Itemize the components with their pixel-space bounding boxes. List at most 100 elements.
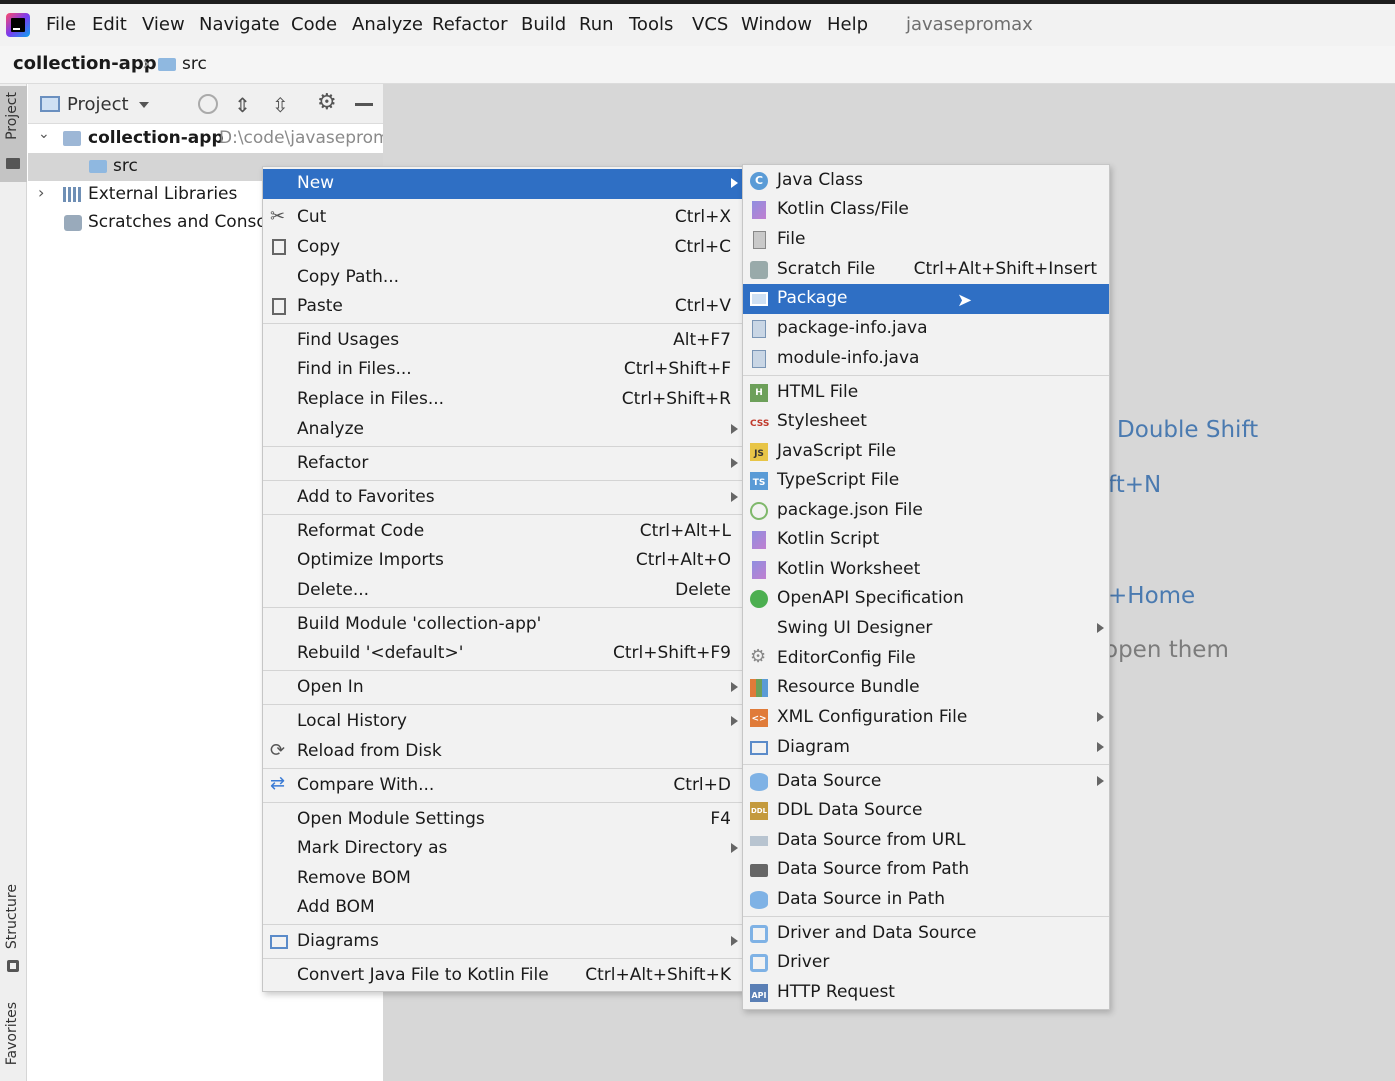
menu-tools[interactable]: Tools — [629, 14, 673, 35]
submenu-item-data-source-in-path[interactable]: Data Source in Path — [743, 885, 1109, 915]
submenu-item-file[interactable]: File — [743, 225, 1109, 255]
chevron-down-icon[interactable]: ⌄ — [38, 126, 50, 142]
menu-item-delete[interactable]: Delete... Delete — [263, 576, 743, 606]
menu-navigate[interactable]: Navigate — [199, 14, 280, 35]
submenu-item-scratch-file[interactable]: Scratch File Ctrl+Alt+Shift+Insert — [743, 255, 1109, 285]
tree-item-collection-app[interactable]: collection-app — [88, 128, 224, 148]
menu-item-find-in-files[interactable]: Find in Files... Ctrl+Shift+F — [263, 355, 743, 385]
submenu-item-xml-config[interactable]: <> XML Configuration File — [743, 703, 1109, 733]
tool-tab-project[interactable]: Project — [0, 86, 27, 182]
database-icon — [750, 891, 768, 909]
submenu-item-package-info[interactable]: package-info.java — [743, 314, 1109, 344]
submenu-item-stylesheet[interactable]: CSS Stylesheet — [743, 407, 1109, 437]
submenu-item-html-file[interactable]: H HTML File — [743, 378, 1109, 408]
submenu-item-driver-and-data-source[interactable]: Driver and Data Source — [743, 919, 1109, 949]
submenu-item-kotlin-class[interactable]: Kotlin Class/File — [743, 195, 1109, 225]
menu-item-rebuild[interactable]: Rebuild '<default>' Ctrl+Shift+F9 — [263, 639, 743, 669]
menu-item-refactor[interactable]: Refactor — [263, 449, 743, 479]
submenu-item-data-source-path[interactable]: Data Source from Path — [743, 855, 1109, 885]
menu-item-copy-path[interactable]: Copy Path... — [263, 263, 743, 293]
menu-separator — [263, 704, 743, 705]
menu-item-optimize-imports[interactable]: Optimize Imports Ctrl+Alt+O — [263, 546, 743, 576]
breadcrumb-src[interactable]: src — [182, 54, 207, 74]
locate-icon[interactable] — [198, 94, 218, 114]
submenu-item-kotlin-worksheet[interactable]: Kotlin Worksheet — [743, 555, 1109, 585]
submenu-item-ddl-data-source[interactable]: DDL DDL Data Source — [743, 796, 1109, 826]
gear-icon[interactable]: ⚙ — [317, 90, 337, 115]
js-file-icon: JS — [750, 443, 768, 461]
menu-item-cut[interactable]: ✂ Cut Ctrl+X — [263, 203, 743, 233]
gear-icon: ⚙ — [750, 646, 767, 667]
project-view-selector[interactable]: Project — [67, 94, 129, 115]
submenu-item-package[interactable]: Package ➤ — [743, 284, 1109, 314]
submenu-item-swing-ui-designer[interactable]: Swing UI Designer — [743, 614, 1109, 644]
submenu-item-resource-bundle[interactable]: Resource Bundle — [743, 673, 1109, 703]
submenu-item-javascript-file[interactable]: JS JavaScript File — [743, 437, 1109, 467]
submenu-item-typescript-file[interactable]: TS TypeScript File — [743, 466, 1109, 496]
driver-icon — [750, 954, 768, 972]
submenu-item-driver[interactable]: Driver — [743, 948, 1109, 978]
menu-separator — [263, 323, 743, 324]
menu-view[interactable]: View — [142, 14, 185, 35]
hide-icon[interactable] — [355, 103, 373, 106]
menu-item-local-history[interactable]: Local History — [263, 707, 743, 737]
css-file-icon: CSS — [750, 419, 770, 429]
file-icon — [753, 231, 766, 249]
menu-window[interactable]: Window — [741, 14, 812, 35]
submenu-item-kotlin-script[interactable]: Kotlin Script — [743, 525, 1109, 555]
chevron-right-icon[interactable]: › — [38, 183, 44, 202]
menu-code[interactable]: Code — [291, 14, 337, 35]
breadcrumb: collection-app › src — [0, 46, 1395, 84]
menu-help[interactable]: Help — [827, 14, 868, 35]
menu-item-paste[interactable]: Paste Ctrl+V — [263, 292, 743, 322]
tree-item-external-libraries[interactable]: External Libraries — [88, 184, 237, 204]
tool-tab-favorites[interactable]: Favorites — [0, 998, 27, 1081]
submenu-item-diagram[interactable]: Diagram — [743, 733, 1109, 763]
menu-item-copy[interactable]: Copy Ctrl+C — [263, 233, 743, 263]
menu-item-remove-bom[interactable]: Remove BOM — [263, 864, 743, 894]
menu-separator — [263, 446, 743, 447]
menu-item-diagrams[interactable]: Diagrams — [263, 927, 743, 957]
menu-vcs[interactable]: VCS — [692, 14, 728, 35]
submenu-item-data-source-url[interactable]: Data Source from URL — [743, 826, 1109, 856]
menu-item-build-module[interactable]: Build Module 'collection-app' — [263, 610, 743, 640]
tree-item-src[interactable]: src — [113, 156, 138, 176]
menu-edit[interactable]: Edit — [92, 14, 127, 35]
submenu-item-data-source[interactable]: Data Source — [743, 767, 1109, 797]
menu-separator — [743, 764, 1109, 765]
collapse-all-icon[interactable]: ⇳ — [272, 93, 289, 117]
submenu-item-editorconfig[interactable]: ⚙ EditorConfig File — [743, 644, 1109, 674]
menu-separator — [263, 670, 743, 671]
menu-item-add-to-favorites[interactable]: Add to Favorites — [263, 483, 743, 513]
tool-tab-structure[interactable]: Structure — [0, 880, 27, 976]
chevron-down-icon[interactable] — [139, 102, 149, 108]
menu-item-open-module-settings[interactable]: Open Module Settings F4 — [263, 805, 743, 835]
menu-item-analyze[interactable]: Analyze — [263, 415, 743, 445]
menu-item-replace-in-files[interactable]: Replace in Files... Ctrl+Shift+R — [263, 385, 743, 415]
submenu-item-java-class[interactable]: C Java Class — [743, 166, 1109, 196]
submenu-item-openapi[interactable]: OpenAPI Specification — [743, 584, 1109, 614]
submenu-item-http-request[interactable]: API HTTP Request — [743, 978, 1109, 1008]
tree-item-scratches[interactable]: Scratches and Consol — [88, 212, 271, 232]
menu-item-find-usages[interactable]: Find Usages Alt+F7 — [263, 326, 743, 356]
menu-item-reload-from-disk[interactable]: ⟳ Reload from Disk — [263, 737, 743, 767]
menu-analyze[interactable]: Analyze — [352, 14, 423, 35]
menu-item-new[interactable]: New — [263, 169, 743, 199]
breadcrumb-root[interactable]: collection-app — [13, 53, 157, 74]
menu-item-mark-directory-as[interactable]: Mark Directory as — [263, 834, 743, 864]
menu-run[interactable]: Run — [579, 14, 614, 35]
menu-item-convert-to-kotlin[interactable]: Convert Java File to Kotlin File Ctrl+Alt… — [263, 961, 743, 991]
menu-item-add-bom[interactable]: Add BOM — [263, 893, 743, 923]
menu-item-compare-with[interactable]: ⇄ Compare With... Ctrl+D — [263, 771, 743, 801]
expand-all-icon[interactable]: ⇕ — [234, 93, 251, 117]
menu-item-open-in[interactable]: Open In — [263, 673, 743, 703]
menu-refactor[interactable]: Refactor — [432, 14, 508, 35]
openapi-icon — [750, 590, 768, 608]
menu-item-reformat-code[interactable]: Reformat Code Ctrl+Alt+L — [263, 517, 743, 547]
submenu-item-module-info[interactable]: module-info.java — [743, 344, 1109, 374]
libraries-icon — [63, 187, 83, 202]
menu-build[interactable]: Build — [521, 14, 566, 35]
submenu-item-package-json[interactable]: package.json File — [743, 496, 1109, 526]
new-submenu: C Java Class Kotlin Class/File File Scrat… — [742, 164, 1110, 1010]
menu-file[interactable]: File — [46, 14, 76, 35]
